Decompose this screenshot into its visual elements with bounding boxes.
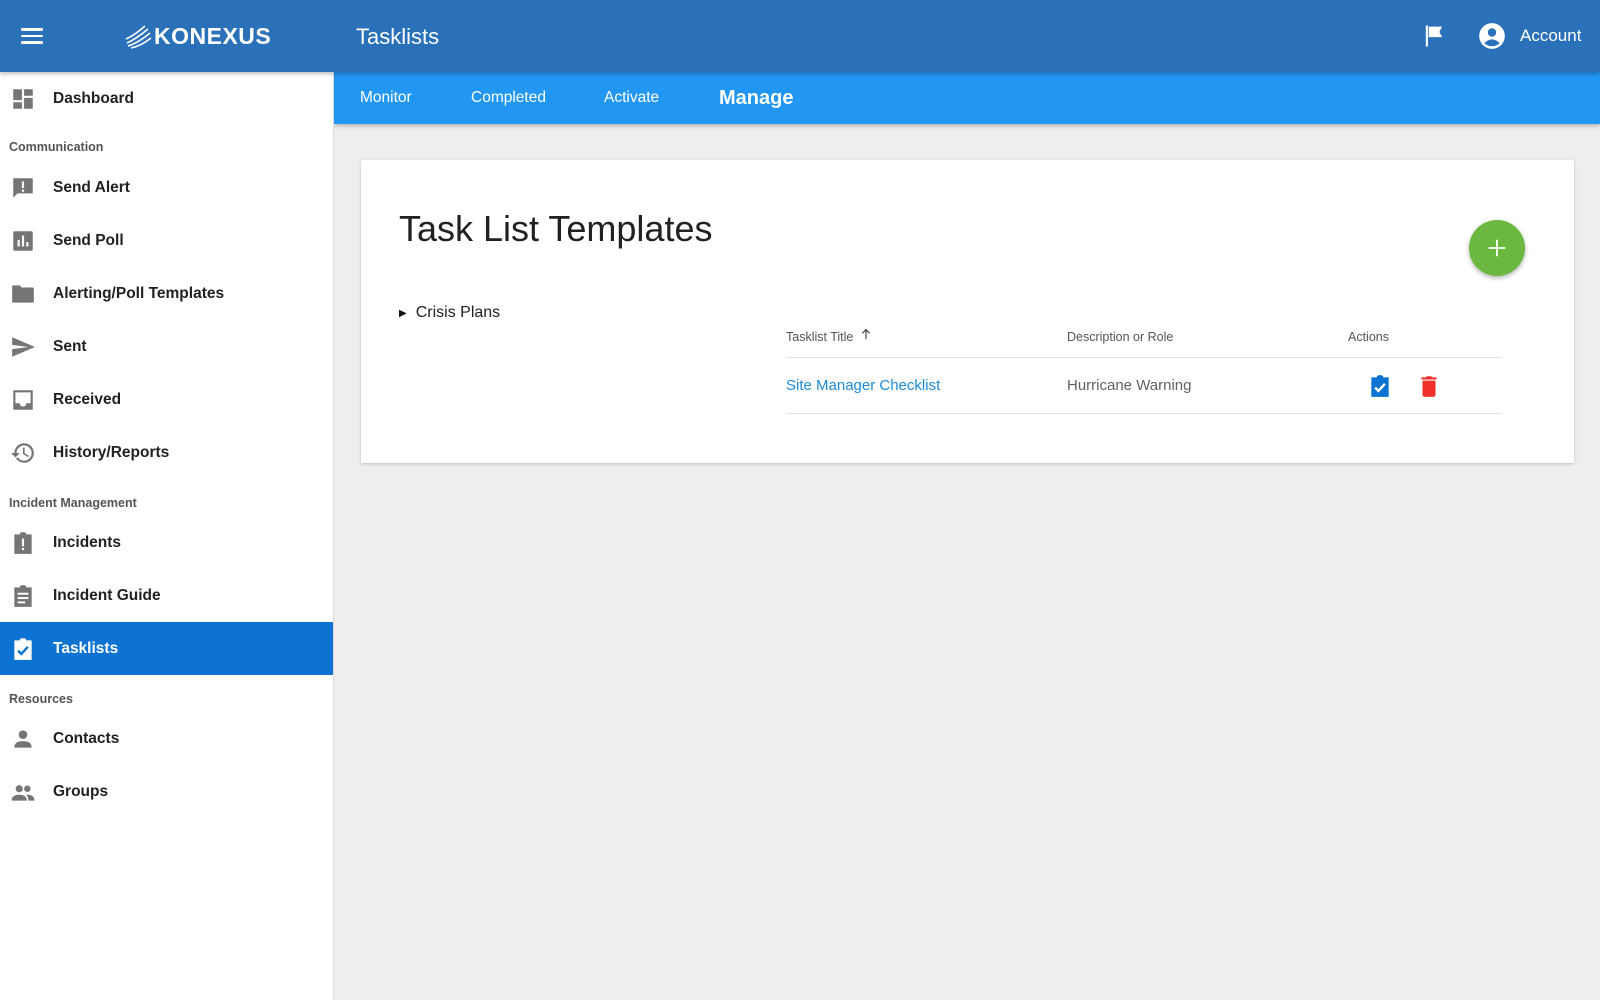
- column-header-label: Description or Role: [1067, 330, 1174, 344]
- sidebar-item-contacts[interactable]: Contacts: [0, 712, 333, 765]
- sidebar-item-alerting-poll-templates[interactable]: Alerting/Poll Templates: [0, 267, 333, 320]
- tasklist-description: Hurricane Warning: [1067, 377, 1192, 394]
- sidebar-item-send-alert[interactable]: Send Alert: [0, 161, 333, 214]
- column-header-description: Description or Role: [1067, 330, 1173, 344]
- page-title: Tasklists: [356, 24, 440, 49]
- table-header-row: Tasklist Title Description or Role Actio…: [786, 306, 1502, 358]
- column-header-label: Actions: [1348, 330, 1389, 344]
- sidebar: Dashboard Communication Send Alert Send …: [0, 72, 334, 1000]
- category-crisis-plans[interactable]: ▶ Crisis Plans: [399, 304, 500, 322]
- sidebar-item-dashboard[interactable]: Dashboard: [0, 72, 333, 125]
- sidebar-item-history-reports[interactable]: History/Reports: [0, 426, 333, 479]
- plus-icon: [1488, 239, 1506, 257]
- sidebar-item-label: Groups: [53, 782, 109, 800]
- sidebar-item-incident-guide[interactable]: Incident Guide: [0, 569, 333, 622]
- sort-ascending-icon: [862, 328, 871, 340]
- menu-icon[interactable]: [18, 22, 46, 50]
- logo-wave-icon: [125, 25, 152, 49]
- sidebar-item-send-poll[interactable]: Send Poll: [0, 214, 333, 267]
- sidebar-item-label: Sent: [53, 337, 87, 355]
- category-label: Crisis Plans: [415, 304, 501, 321]
- group-icon: [11, 785, 35, 801]
- clipboard-check-icon: [14, 638, 32, 660]
- sidebar-item-label: Send Alert: [53, 178, 130, 196]
- inbox-icon: [13, 390, 33, 410]
- expand-arrow-icon: ▶: [399, 307, 407, 319]
- add-template-button[interactable]: [1469, 220, 1525, 276]
- column-header-actions: Actions: [1348, 330, 1389, 344]
- sidebar-item-incidents[interactable]: Incidents: [0, 516, 333, 569]
- sidebar-item-label: Tasklists: [53, 639, 119, 657]
- sidebar-item-label: Alerting/Poll Templates: [53, 284, 225, 302]
- flag-icon[interactable]: [1420, 22, 1448, 50]
- sidebar-item-tasklists[interactable]: Tasklists: [0, 622, 333, 675]
- account-label: Account: [1520, 26, 1582, 45]
- sidebar-item-label: Dashboard: [53, 89, 134, 107]
- sidebar-item-label: Send Poll: [53, 231, 124, 249]
- sidebar-item-received[interactable]: Received: [0, 373, 333, 426]
- app-bar: KONEXUS Tasklists Account: [0, 0, 1600, 72]
- column-header-title[interactable]: Tasklist Title: [786, 328, 873, 344]
- history-icon: [11, 443, 34, 463]
- section-header-incident-management: Incident Management: [9, 496, 137, 510]
- clipboard-alert-icon: [14, 532, 32, 554]
- send-icon: [12, 337, 35, 357]
- activate-checklist-icon[interactable]: [1367, 373, 1393, 399]
- tab-completed[interactable]: Completed: [471, 72, 546, 124]
- sidebar-item-label: History/Reports: [53, 443, 170, 461]
- folder-icon: [12, 285, 34, 303]
- account-menu[interactable]: Account: [1478, 20, 1581, 52]
- sidebar-item-label: Incidents: [53, 533, 122, 551]
- tab-bar: Monitor Completed Activate Manage: [334, 72, 1600, 124]
- sidebar-item-groups[interactable]: Groups: [0, 765, 333, 818]
- tab-manage[interactable]: Manage: [719, 72, 793, 124]
- templates-table: Tasklist Title Description or Role Actio…: [786, 306, 1502, 414]
- table-row: Site Manager Checklist Hurricane Warning: [786, 358, 1502, 414]
- task-list-templates-card: Task List Templates ▶ Crisis Plans Taskl…: [361, 160, 1574, 463]
- delete-icon[interactable]: [1416, 373, 1442, 399]
- account-circle-icon: [1479, 23, 1505, 49]
- alert-message-icon: [13, 178, 33, 198]
- tasklist-title-link[interactable]: Site Manager Checklist: [786, 377, 940, 394]
- tab-monitor[interactable]: Monitor: [360, 72, 412, 124]
- section-header-communication: Communication: [9, 140, 104, 154]
- poll-icon: [13, 231, 33, 251]
- sidebar-item-label: Incident Guide: [53, 586, 161, 604]
- section-header-resources: Resources: [9, 692, 73, 706]
- column-header-label: Tasklist Title: [786, 330, 854, 344]
- person-icon: [14, 730, 32, 748]
- sidebar-item-label: Contacts: [53, 729, 120, 747]
- tab-activate[interactable]: Activate: [604, 72, 659, 124]
- konexus-logo[interactable]: KONEXUS: [124, 21, 271, 51]
- dashboard-icon: [13, 89, 33, 109]
- clipboard-text-icon: [14, 585, 32, 607]
- logo-text: KONEXUS: [154, 22, 272, 49]
- sidebar-item-sent[interactable]: Sent: [0, 320, 333, 373]
- card-title: Task List Templates: [399, 208, 713, 249]
- sidebar-item-label: Received: [53, 390, 122, 408]
